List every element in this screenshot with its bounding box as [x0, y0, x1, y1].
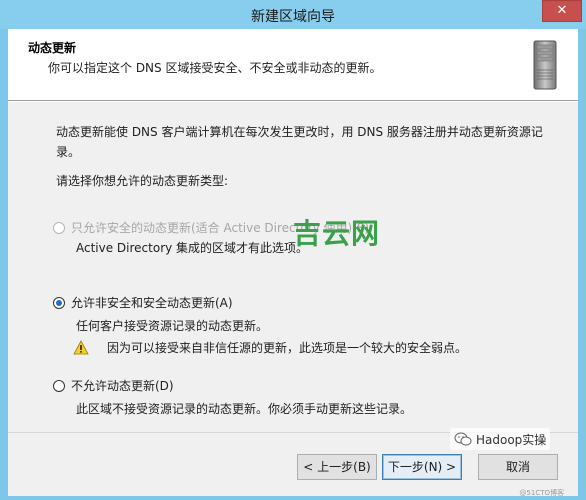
description-text: 动态更新能使 DNS 客户端计算机在每次发生更改时，用 DNS 服务器注册并动态…	[56, 125, 543, 159]
wizard-client: 动态更新 你可以指定这个 DNS 区域接受安全、不安全或非动态的更新。 动态更新…	[8, 29, 578, 496]
prompt-text: 请选择你想允许的动态更新类型:	[56, 174, 229, 188]
radio-button[interactable]	[53, 296, 65, 309]
option-note: 此区域不接受资源记录的动态更新。你必须手动更新这些记录。	[76, 402, 413, 416]
wizard-window: 新建区域向导 ✕ 动态更新 你可以指定这个 DNS 区域接受安全、不安全或非动态…	[0, 0, 586, 500]
radio-label: 不允许动态更新(D)	[71, 379, 174, 393]
window-title: 新建区域向导	[251, 9, 335, 25]
watermark-badge: Hadoop实操	[450, 428, 551, 450]
watermark-badge-text: Hadoop实操	[476, 432, 547, 447]
warning-icon	[73, 340, 89, 355]
warning-row: 因为可以接受来自非信任源的更新，此选项是一个较大的安全弱点。	[73, 339, 467, 356]
radio-nonsecure-and-secure[interactable]: 允许非安全和安全动态更新(A)	[53, 294, 233, 311]
page-title: 动态更新	[28, 41, 77, 55]
server-icon	[533, 40, 557, 90]
page-subtitle: 你可以指定这个 DNS 区域接受安全、不安全或非动态的更新。	[48, 61, 382, 75]
option-note: Active Directory 集成的区域才有此选项。	[76, 241, 309, 255]
radio-label: 允许非安全和安全动态更新(A)	[71, 296, 233, 310]
title-bar[interactable]: 新建区域向导 ✕	[0, 0, 586, 29]
radio-no-dynamic[interactable]: 不允许动态更新(D)	[53, 377, 174, 394]
next-button[interactable]: 下一步(N) >	[382, 454, 462, 480]
wechat-icon	[454, 432, 472, 446]
cancel-button[interactable]: 取消	[478, 454, 558, 480]
close-button[interactable]: ✕	[542, 0, 582, 22]
option-note: 任何客户接受资源记录的动态更新。	[76, 319, 269, 333]
wizard-body: 动态更新能使 DNS 客户端计算机在每次发生更改时，用 DNS 服务器注册并动态…	[8, 102, 578, 432]
radio-button[interactable]	[53, 379, 65, 392]
wizard-header: 动态更新 你可以指定这个 DNS 区域接受安全、不安全或非动态的更新。	[8, 29, 578, 101]
radio-button[interactable]	[53, 221, 65, 234]
back-button[interactable]: < 上一步(B)	[297, 454, 377, 480]
blog-tag: @51CTO博客	[519, 489, 564, 497]
watermark-text: 吉云网	[293, 217, 381, 250]
warning-text: 因为可以接受来自非信任源的更新，此选项是一个较大的安全弱点。	[107, 341, 468, 355]
